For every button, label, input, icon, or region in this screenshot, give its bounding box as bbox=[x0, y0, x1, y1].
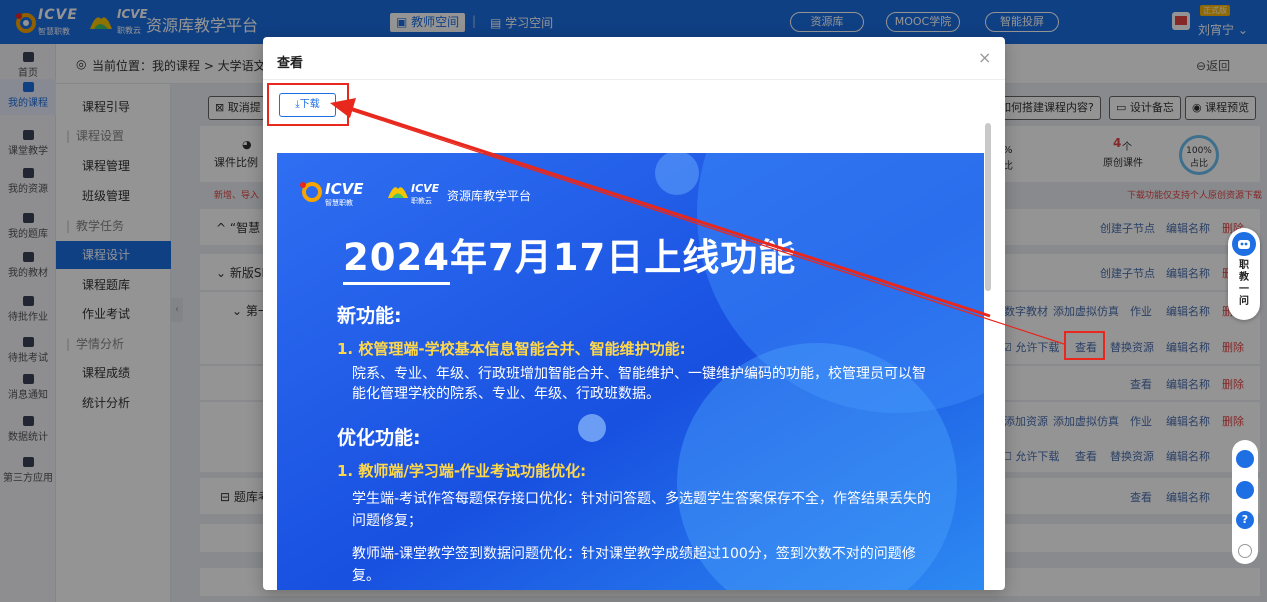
close-icon[interactable]: × bbox=[978, 48, 991, 67]
cloud-icon[interactable] bbox=[1236, 481, 1254, 499]
new-features-title: 新功能: bbox=[337, 305, 402, 327]
opt-item1-title: 1. 教师端/学习端-作业考试功能优化: bbox=[337, 462, 587, 480]
ai-assistant-widget[interactable]: 职教一问 bbox=[1228, 228, 1260, 320]
help-icon[interactable]: ? bbox=[1236, 511, 1254, 529]
poster-brand2: ICVE bbox=[411, 182, 440, 195]
optimized-title: 优化功能: bbox=[337, 427, 421, 449]
poster-zhijiaoyun-logo-icon bbox=[387, 182, 409, 200]
new-item1-title: 1. 校管理端-学校基本信息智能合并、智能维护功能: bbox=[337, 340, 686, 358]
announcement-image: ICVE 智慧职教 ICVE 职教云 资源库教学平台 2024年7月17日上线功… bbox=[277, 153, 984, 590]
headline-underline bbox=[343, 282, 450, 285]
headset-icon[interactable] bbox=[1236, 450, 1254, 468]
side-toolbar: ? bbox=[1232, 440, 1258, 564]
modal-divider bbox=[263, 79, 1005, 80]
opt-item1-text2: 教师端-课堂教学签到数据问题优化：针对课堂教学成绩超过100分，签到次数不对的问… bbox=[352, 546, 916, 584]
highlight-download-button bbox=[267, 83, 349, 126]
robot-icon bbox=[1232, 232, 1256, 256]
modal-title: 查看 bbox=[277, 56, 304, 71]
assistant-label: 职教一问 bbox=[1239, 260, 1249, 307]
poster-brand2-sub: 职教云 bbox=[411, 197, 432, 205]
poster-platform: 资源库教学平台 bbox=[447, 189, 532, 203]
highlight-view-link bbox=[1064, 331, 1105, 360]
poster-headline: 2024年7月17日上线功能 bbox=[343, 236, 797, 279]
top-icon[interactable] bbox=[1238, 544, 1252, 558]
poster-icve-logo-icon bbox=[297, 179, 323, 203]
view-modal: 查看 × ⤓下载 ICVE 智慧职教 ICVE 职教云 资源库教学平台 2024… bbox=[263, 37, 1005, 590]
modal-scrollbar[interactable] bbox=[985, 123, 991, 291]
new-item1-text: 院系、专业、年级、行政班增加智能合并、智能维护、一键维护编码的功能，校管理员可以… bbox=[352, 366, 926, 402]
opt-item1-text1: 学生端-考试作答每题保存接口优化：针对问答题、多选题学生答案保存不全，作答结果丢… bbox=[352, 491, 932, 529]
poster-brand1-sub: 智慧职教 bbox=[325, 199, 353, 207]
poster-brand1: ICVE bbox=[325, 180, 364, 198]
